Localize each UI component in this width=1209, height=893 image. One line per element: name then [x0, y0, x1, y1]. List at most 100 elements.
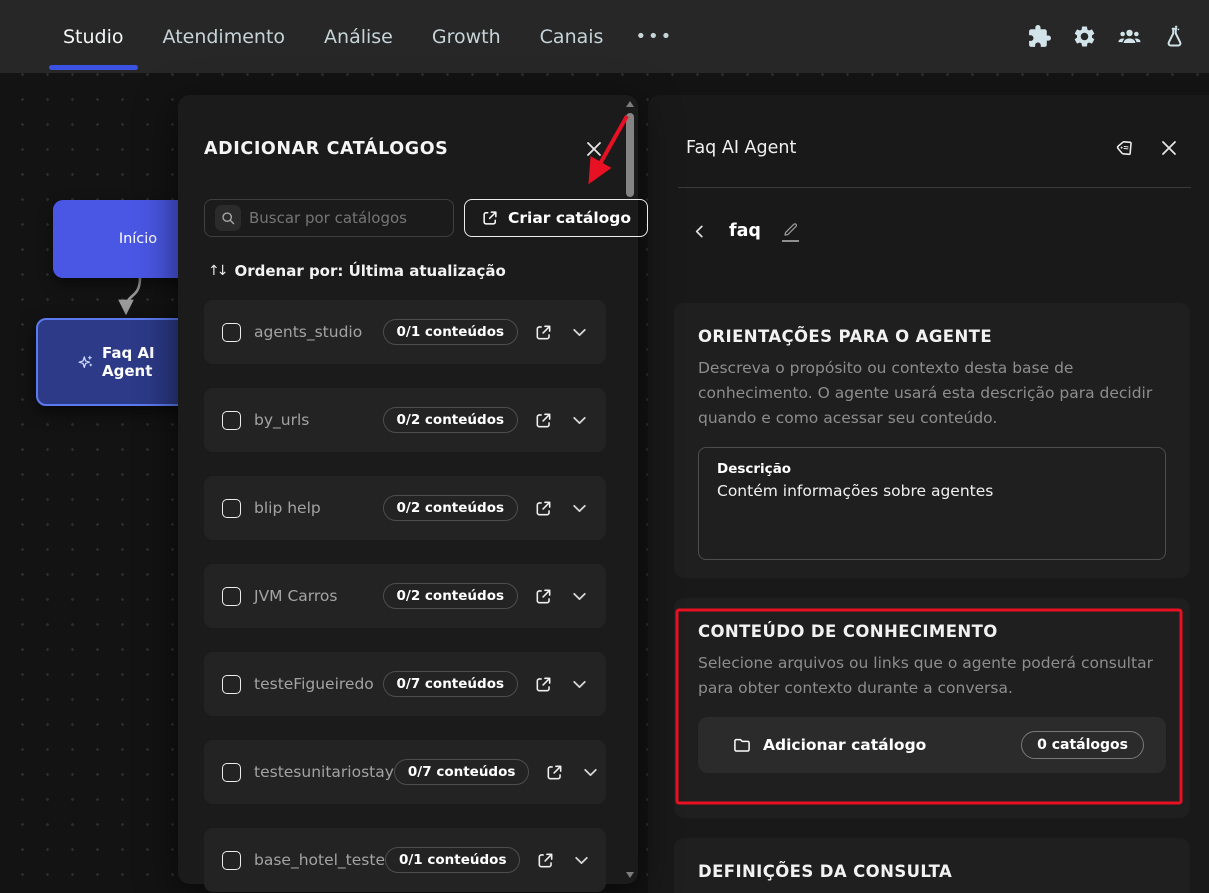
- scrollbar-thumb[interactable]: [626, 113, 634, 197]
- open-catalog-button[interactable]: [534, 849, 557, 872]
- catalog-name: testesunitariostay: [254, 763, 394, 781]
- open-catalog-button[interactable]: [532, 409, 555, 432]
- sort-by-label: Ordenar por: Última atualização: [234, 262, 505, 280]
- catalog-row-blip-help[interactable]: blip help 0/2 conteúdos: [204, 476, 606, 540]
- ai-sparkle-icon: [76, 353, 95, 372]
- back-button[interactable]: [690, 222, 709, 241]
- descricao-value: Contém informações sobre agentes: [717, 482, 1147, 500]
- catalog-search-box: [204, 199, 454, 237]
- catalog-list: agents_studio 0/1 conteúdos by_urls: [204, 300, 606, 892]
- adicionar-catalogo-label: Adicionar catálogo: [763, 736, 926, 754]
- sort-arrows-icon: ↑↓: [208, 263, 225, 279]
- catalog-checkbox[interactable]: [222, 675, 241, 694]
- catalog-checkbox[interactable]: [222, 763, 241, 782]
- pencil-edit-icon: [781, 220, 800, 239]
- expand-catalog-button[interactable]: [569, 322, 590, 343]
- settings-gear-icon[interactable]: [1072, 24, 1097, 49]
- chevron-down-icon: [571, 676, 588, 693]
- descricao-label: Descrição: [717, 461, 1147, 477]
- catalog-count-badge: 0/2 conteúdos: [383, 583, 519, 609]
- nav-more-menu[interactable]: •••: [635, 26, 673, 47]
- open-catalog-button[interactable]: [532, 321, 555, 344]
- panel-close-button[interactable]: [1157, 136, 1181, 160]
- nav-tabs: Studio Atendimento Análise Growth Canais: [63, 2, 603, 72]
- external-link-icon: [536, 851, 555, 870]
- search-icon-chip: [215, 205, 241, 231]
- close-icon: [1159, 138, 1179, 158]
- flow-node-start-label: Início: [119, 231, 157, 247]
- expand-catalog-button[interactable]: [580, 762, 601, 783]
- scrollbar-up-arrow[interactable]: [626, 101, 634, 107]
- scrollbar-down-arrow[interactable]: [626, 872, 634, 878]
- orientacoes-title: ORIENTAÇÕES PARA O AGENTE: [698, 327, 1166, 346]
- nav-tab-growth[interactable]: Growth: [432, 2, 501, 72]
- edit-name-button[interactable]: [781, 220, 800, 242]
- catalog-row-base-hotel-teste[interactable]: base_hotel_teste 0/1 conteúdos: [204, 828, 606, 892]
- nav-tab-atendimento[interactable]: Atendimento: [163, 2, 286, 72]
- adicionar-catalogo-button[interactable]: Adicionar catálogo 0 catálogos: [698, 717, 1166, 773]
- open-catalog-button[interactable]: [532, 673, 555, 696]
- criar-catalogo-label: Criar catálogo: [508, 209, 631, 227]
- orientacoes-description: Descreva o propósito ou contexto desta b…: [698, 356, 1166, 431]
- open-catalog-button[interactable]: [532, 585, 555, 608]
- faq-ai-agent-panel: Faq AI Agent: [648, 95, 1209, 893]
- catalogos-count-badge: 0 catálogos: [1021, 731, 1144, 759]
- adicionar-catalogos-modal: ADICIONAR CATÁLOGOS: [178, 95, 638, 884]
- catalog-name: base_hotel_teste: [254, 851, 385, 869]
- chevron-down-icon: [573, 852, 590, 869]
- nav-tab-canais[interactable]: Canais: [540, 2, 604, 72]
- catalog-count-badge: 0/2 conteúdos: [383, 407, 519, 433]
- modal-title: ADICIONAR CATÁLOGOS: [204, 139, 448, 159]
- catalog-row-testesunitariostay[interactable]: testesunitariostay 0/7 conteúdos: [204, 740, 606, 804]
- external-link-icon: [534, 323, 553, 342]
- chevron-down-icon: [571, 500, 588, 517]
- catalog-checkbox[interactable]: [222, 851, 241, 870]
- catalog-checkbox[interactable]: [222, 323, 241, 342]
- expand-catalog-button[interactable]: [569, 674, 590, 695]
- criar-catalogo-button[interactable]: Criar catálogo: [464, 199, 648, 237]
- lab-flask-icon[interactable]: [1162, 24, 1187, 49]
- catalog-count-badge: 0/1 conteúdos: [383, 319, 519, 345]
- conteudo-title: CONTEÚDO DE CONHECIMENTO: [698, 622, 1166, 641]
- extensions-puzzle-icon[interactable]: [1027, 24, 1052, 49]
- breadcrumb: faq: [648, 188, 1209, 242]
- expand-catalog-button[interactable]: [569, 586, 590, 607]
- definicoes-section: DEFINIÇÕES DA CONSULTA: [674, 838, 1190, 893]
- modal-close-button[interactable]: [582, 137, 606, 161]
- nav-tab-studio[interactable]: Studio: [63, 2, 124, 72]
- search-icon: [220, 210, 236, 226]
- nav-icon-group: [1027, 24, 1187, 49]
- catalog-row-teste-figueiredo[interactable]: testeFigueiredo 0/7 conteúdos: [204, 652, 606, 716]
- external-link-icon: [534, 675, 553, 694]
- sort-by-control[interactable]: ↑↓ Ordenar por: Última atualização: [208, 262, 606, 280]
- catalog-row-agents-studio[interactable]: agents_studio 0/1 conteúdos: [204, 300, 606, 364]
- external-link-icon: [481, 209, 499, 227]
- top-nav: Studio Atendimento Análise Growth Canais…: [0, 0, 1209, 73]
- app-window: Início Faq AI Agent Studio Atendimento A…: [0, 0, 1209, 893]
- folder-icon: [732, 735, 752, 755]
- open-catalog-button[interactable]: [532, 497, 555, 520]
- tag-button[interactable]: [1113, 135, 1139, 161]
- catalog-name: by_urls: [254, 411, 309, 429]
- orientacoes-section: ORIENTAÇÕES PARA O AGENTE Descreva o pro…: [674, 303, 1190, 578]
- modal-scrollbar[interactable]: [625, 99, 635, 880]
- chevron-down-icon: [571, 412, 588, 429]
- catalog-checkbox[interactable]: [222, 499, 241, 518]
- catalog-row-by-urls[interactable]: by_urls 0/2 conteúdos: [204, 388, 606, 452]
- expand-catalog-button[interactable]: [569, 410, 590, 431]
- chevron-down-icon: [571, 324, 588, 341]
- open-catalog-button[interactable]: [543, 761, 566, 784]
- knowledge-base-name: faq: [729, 221, 761, 241]
- catalog-search-input[interactable]: [249, 209, 443, 227]
- descricao-field[interactable]: Descrição Contém informações sobre agent…: [698, 447, 1166, 560]
- external-link-icon: [534, 499, 553, 518]
- nav-tab-analise[interactable]: Análise: [324, 2, 393, 72]
- close-icon: [584, 139, 604, 159]
- users-group-icon[interactable]: [1117, 24, 1142, 49]
- catalog-checkbox[interactable]: [222, 587, 241, 606]
- expand-catalog-button[interactable]: [571, 850, 592, 871]
- catalog-row-jvm-carros[interactable]: JVM Carros 0/2 conteúdos: [204, 564, 606, 628]
- catalog-count-badge: 0/7 conteúdos: [394, 759, 530, 785]
- expand-catalog-button[interactable]: [569, 498, 590, 519]
- catalog-checkbox[interactable]: [222, 411, 241, 430]
